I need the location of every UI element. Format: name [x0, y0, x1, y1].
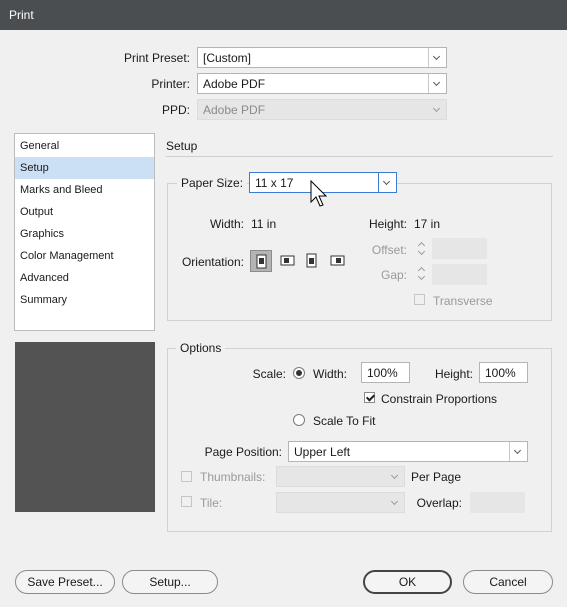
page-position-dropdown[interactable]: Upper Left	[288, 441, 528, 462]
ok-button[interactable]: OK	[363, 570, 452, 594]
constrain-proportions-label: Constrain Proportions	[381, 392, 498, 406]
print-preset-label: Print Preset:	[123, 51, 190, 65]
overlap-label: Overlap:	[416, 496, 462, 510]
chevron-down-icon	[387, 467, 404, 486]
height-label: Height:	[368, 217, 407, 231]
setup-button[interactable]: Setup...	[122, 570, 218, 594]
sidebar-item-general[interactable]: General	[15, 135, 154, 157]
scale-label: Scale:	[252, 367, 286, 381]
printer-dropdown[interactable]: Adobe PDF	[197, 73, 447, 94]
scale-height-field[interactable]: 100%	[479, 362, 528, 383]
sidebar-item-marks-and-bleed[interactable]: Marks and Bleed	[15, 179, 154, 201]
sidebar-item-label: Color Management	[20, 250, 114, 262]
constrain-proportions-checkbox[interactable]	[364, 392, 375, 403]
section-title-setup: Setup	[166, 139, 198, 153]
scale-width-radio[interactable]	[293, 367, 305, 379]
sidebar-item-summary[interactable]: Summary	[15, 289, 154, 311]
offset-label: Offset:	[371, 243, 407, 257]
sidebar-item-setup[interactable]: Setup	[15, 157, 154, 179]
gap-stepper	[415, 263, 430, 283]
window-title: Print	[9, 8, 34, 22]
paper-size-label: Paper Size:	[177, 176, 248, 190]
chevron-down-icon	[378, 173, 396, 192]
mouse-cursor-icon	[310, 180, 328, 207]
chevron-down-icon	[509, 442, 527, 461]
chevron-down-icon	[387, 493, 404, 512]
print-preset-dropdown[interactable]: [Custom]	[197, 47, 447, 68]
options-label: Options	[176, 341, 226, 355]
sidebar-item-label: Marks and Bleed	[20, 184, 103, 196]
tile-label: Tile:	[200, 496, 223, 510]
gap-field	[432, 264, 487, 285]
sidebar-item-label: Graphics	[20, 228, 65, 240]
page-position-label: Page Position:	[204, 445, 282, 459]
height-value: 17 in	[414, 217, 441, 231]
sidebar-item-label: Setup	[20, 162, 49, 174]
paper-size-value: 11 x 17	[255, 176, 294, 190]
sidebar-item-color-management[interactable]: Color Management	[15, 245, 154, 267]
title-bar	[0, 0, 567, 30]
print-preset-value: [Custom]	[203, 51, 252, 65]
sidebar-item-label: Output	[20, 206, 54, 218]
page-preview	[15, 342, 155, 512]
reverse-portrait-orientation-icon	[306, 253, 317, 268]
page-position-value: Upper Left	[294, 445, 351, 459]
scale-to-fit-label: Scale To Fit	[313, 414, 376, 428]
landscape-orientation-button[interactable]	[276, 250, 298, 272]
printer-value: Adobe PDF	[203, 77, 266, 91]
section-divider	[166, 156, 553, 157]
orientation-label: Orientation:	[181, 255, 244, 269]
width-label: Width:	[209, 217, 244, 231]
thumbnails-checkbox	[181, 471, 192, 482]
reverse-portrait-orientation-button[interactable]	[301, 250, 323, 272]
sidebar-item-label: General	[20, 140, 60, 152]
scale-to-fit-radio[interactable]	[293, 414, 305, 426]
category-list[interactable]: General Setup Marks and Bleed Output Gra…	[14, 133, 155, 331]
ppd-dropdown: Adobe PDF	[197, 99, 447, 120]
thumbnails-dropdown	[276, 466, 405, 487]
overlap-field	[470, 492, 525, 513]
gap-label: Gap:	[380, 268, 407, 282]
ppd-value: Adobe PDF	[203, 103, 266, 117]
chevron-down-icon	[428, 48, 446, 67]
transverse-checkbox	[414, 294, 425, 305]
chevron-down-icon	[428, 74, 446, 93]
transverse-label: Transverse	[433, 294, 493, 308]
cancel-button[interactable]: Cancel	[463, 570, 553, 594]
landscape-orientation-icon	[280, 255, 295, 266]
ppd-label: PPD:	[161, 103, 190, 117]
scale-height-label: Height:	[434, 367, 473, 381]
offset-field	[432, 238, 487, 259]
printer-label: Printer:	[151, 77, 190, 91]
sidebar-item-advanced[interactable]: Advanced	[15, 267, 154, 289]
width-value: 11 in	[251, 217, 277, 231]
portrait-orientation-button[interactable]	[250, 250, 272, 272]
tile-checkbox	[181, 496, 192, 507]
portrait-orientation-icon	[256, 254, 267, 269]
tile-dropdown	[276, 492, 405, 513]
sidebar-item-graphics[interactable]: Graphics	[15, 223, 154, 245]
sidebar-item-output[interactable]: Output	[15, 201, 154, 223]
thumbnails-label: Thumbnails:	[200, 470, 266, 484]
chevron-down-icon	[429, 100, 446, 119]
sidebar-item-label: Advanced	[20, 272, 69, 284]
save-preset-button[interactable]: Save Preset...	[15, 570, 115, 594]
sidebar-item-label: Summary	[20, 294, 68, 306]
offset-stepper	[415, 238, 430, 258]
per-page-label: Per Page	[411, 470, 462, 484]
scale-width-label: Width:	[313, 367, 348, 381]
scale-width-field[interactable]: 100%	[361, 362, 410, 383]
